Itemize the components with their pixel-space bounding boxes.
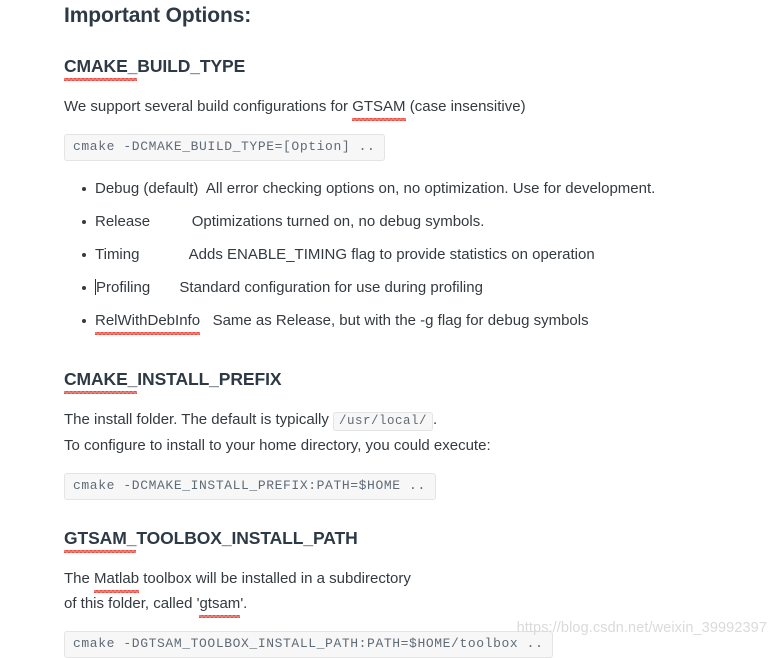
heading-rest-segment: TOOLBOX_INSTALL_PATH bbox=[136, 528, 358, 548]
list-item: Release Optimizations turned on, no debu… bbox=[64, 211, 754, 244]
install-prefix-text-prefix: The install folder. The default is typic… bbox=[64, 411, 334, 428]
option-gap bbox=[150, 213, 192, 230]
option-name-misspelled: RelWithDebInfo bbox=[95, 310, 201, 335]
toolbox-paragraph-2: of this folder, called 'gtsam'. bbox=[64, 593, 754, 618]
section-heading-cmake-install-prefix: CMAKE_INSTALL_PREFIX bbox=[64, 368, 754, 394]
option-gap bbox=[198, 180, 206, 197]
option-name: Release bbox=[95, 213, 151, 230]
code-block-toolbox-path[interactable]: cmake -DGTSAM_TOOLBOX_INSTALL_PATH:PATH=… bbox=[64, 631, 554, 658]
toolbox-paragraph-1: The Matlab toolbox will be installed in … bbox=[64, 568, 754, 593]
toolbox-folder-text-suffix: '. bbox=[240, 595, 248, 612]
bullet-icon bbox=[82, 253, 86, 257]
toolbox-folder-text-prefix: of this folder, called ' bbox=[64, 595, 200, 612]
toolbox-text-prefix: The bbox=[64, 570, 95, 587]
heading-rest-segment: INSTALL_PREFIX bbox=[137, 369, 282, 389]
section-heading-gtsam-toolbox-install-path: GTSAM_TOOLBOX_INSTALL_PATH bbox=[64, 527, 754, 553]
option-name: Timing bbox=[95, 246, 140, 263]
gtsam-misspelled-word: GTSAM bbox=[352, 96, 406, 121]
section-heading-cmake-build-type: CMAKE_BUILD_TYPE bbox=[64, 55, 754, 81]
page-title: Important Options: bbox=[64, 4, 252, 27]
list-item: Profiling Standard configuration for use… bbox=[64, 277, 754, 310]
watermark-text: https://blog.csdn.net/weixin_39992397 bbox=[516, 620, 767, 636]
code-block-wrapper-install-prefix: cmake -DCMAKE_INSTALL_PREFIX:PATH=$HOME … bbox=[64, 473, 754, 500]
heading-rest-segment: BUILD_TYPE bbox=[137, 56, 246, 76]
matlab-misspelled-word: Matlab bbox=[94, 568, 140, 593]
heading-misspelled-segment: CMAKE_ bbox=[64, 369, 138, 394]
inline-code-usr-local[interactable]: /usr/local/ bbox=[333, 412, 434, 431]
option-description: Standard configuration for use during pr… bbox=[179, 279, 483, 296]
toolbox-text-suffix: toolbox will be installed in a subdirect… bbox=[139, 570, 411, 587]
option-description: All error checking options on, no optimi… bbox=[205, 180, 656, 197]
document-page: Important Options: CMAKE_BUILD_TYPE We s… bbox=[0, 0, 775, 658]
install-prefix-paragraph-2: To configure to install to your home dir… bbox=[64, 437, 491, 454]
option-gap bbox=[150, 279, 179, 296]
bullet-icon bbox=[82, 319, 86, 323]
intro-suffix-text: (case insensitive) bbox=[405, 98, 526, 115]
list-item: Timing Adds ENABLE_TIMING flag to provid… bbox=[64, 244, 754, 277]
code-block-install-prefix[interactable]: cmake -DCMAKE_INSTALL_PREFIX:PATH=$HOME … bbox=[64, 473, 436, 500]
list-item: Debug (default) All error checking optio… bbox=[64, 178, 754, 211]
option-description: Adds ENABLE_TIMING flag to provide stati… bbox=[188, 246, 595, 263]
option-name: Profiling bbox=[96, 279, 151, 296]
bullet-icon bbox=[82, 286, 86, 290]
document-content: Important Options: CMAKE_BUILD_TYPE We s… bbox=[64, 0, 754, 658]
bullet-icon bbox=[82, 220, 86, 224]
option-gap bbox=[139, 246, 188, 263]
heading-misspelled-segment: CMAKE_ bbox=[64, 56, 138, 81]
code-block-wrapper-build-type: cmake -DCMAKE_BUILD_TYPE=[Option] .. bbox=[64, 134, 754, 161]
intro-paragraph-build-type: We support several build configurations … bbox=[64, 96, 754, 121]
list-item: RelWithDebInfo Same as Release, but with… bbox=[64, 310, 754, 343]
option-gap bbox=[200, 312, 213, 329]
build-type-options-list: Debug (default) All error checking optio… bbox=[64, 178, 754, 343]
install-prefix-text-suffix: . bbox=[433, 411, 438, 428]
heading-misspelled-segment: GTSAM_ bbox=[64, 528, 137, 553]
bullet-icon bbox=[82, 187, 86, 191]
intro-prefix-text: We support several build configurations … bbox=[64, 98, 353, 115]
code-block-build-type[interactable]: cmake -DCMAKE_BUILD_TYPE=[Option] .. bbox=[64, 134, 386, 161]
install-prefix-paragraph-1: The install folder. The default is typic… bbox=[64, 409, 754, 432]
option-description: Same as Release, but with the -g flag fo… bbox=[212, 312, 589, 329]
option-description: Optimizations turned on, no debug symbol… bbox=[191, 213, 485, 230]
gtsam-folder-misspelled-word: gtsam bbox=[199, 593, 240, 618]
option-name: Debug (default) bbox=[95, 180, 199, 197]
